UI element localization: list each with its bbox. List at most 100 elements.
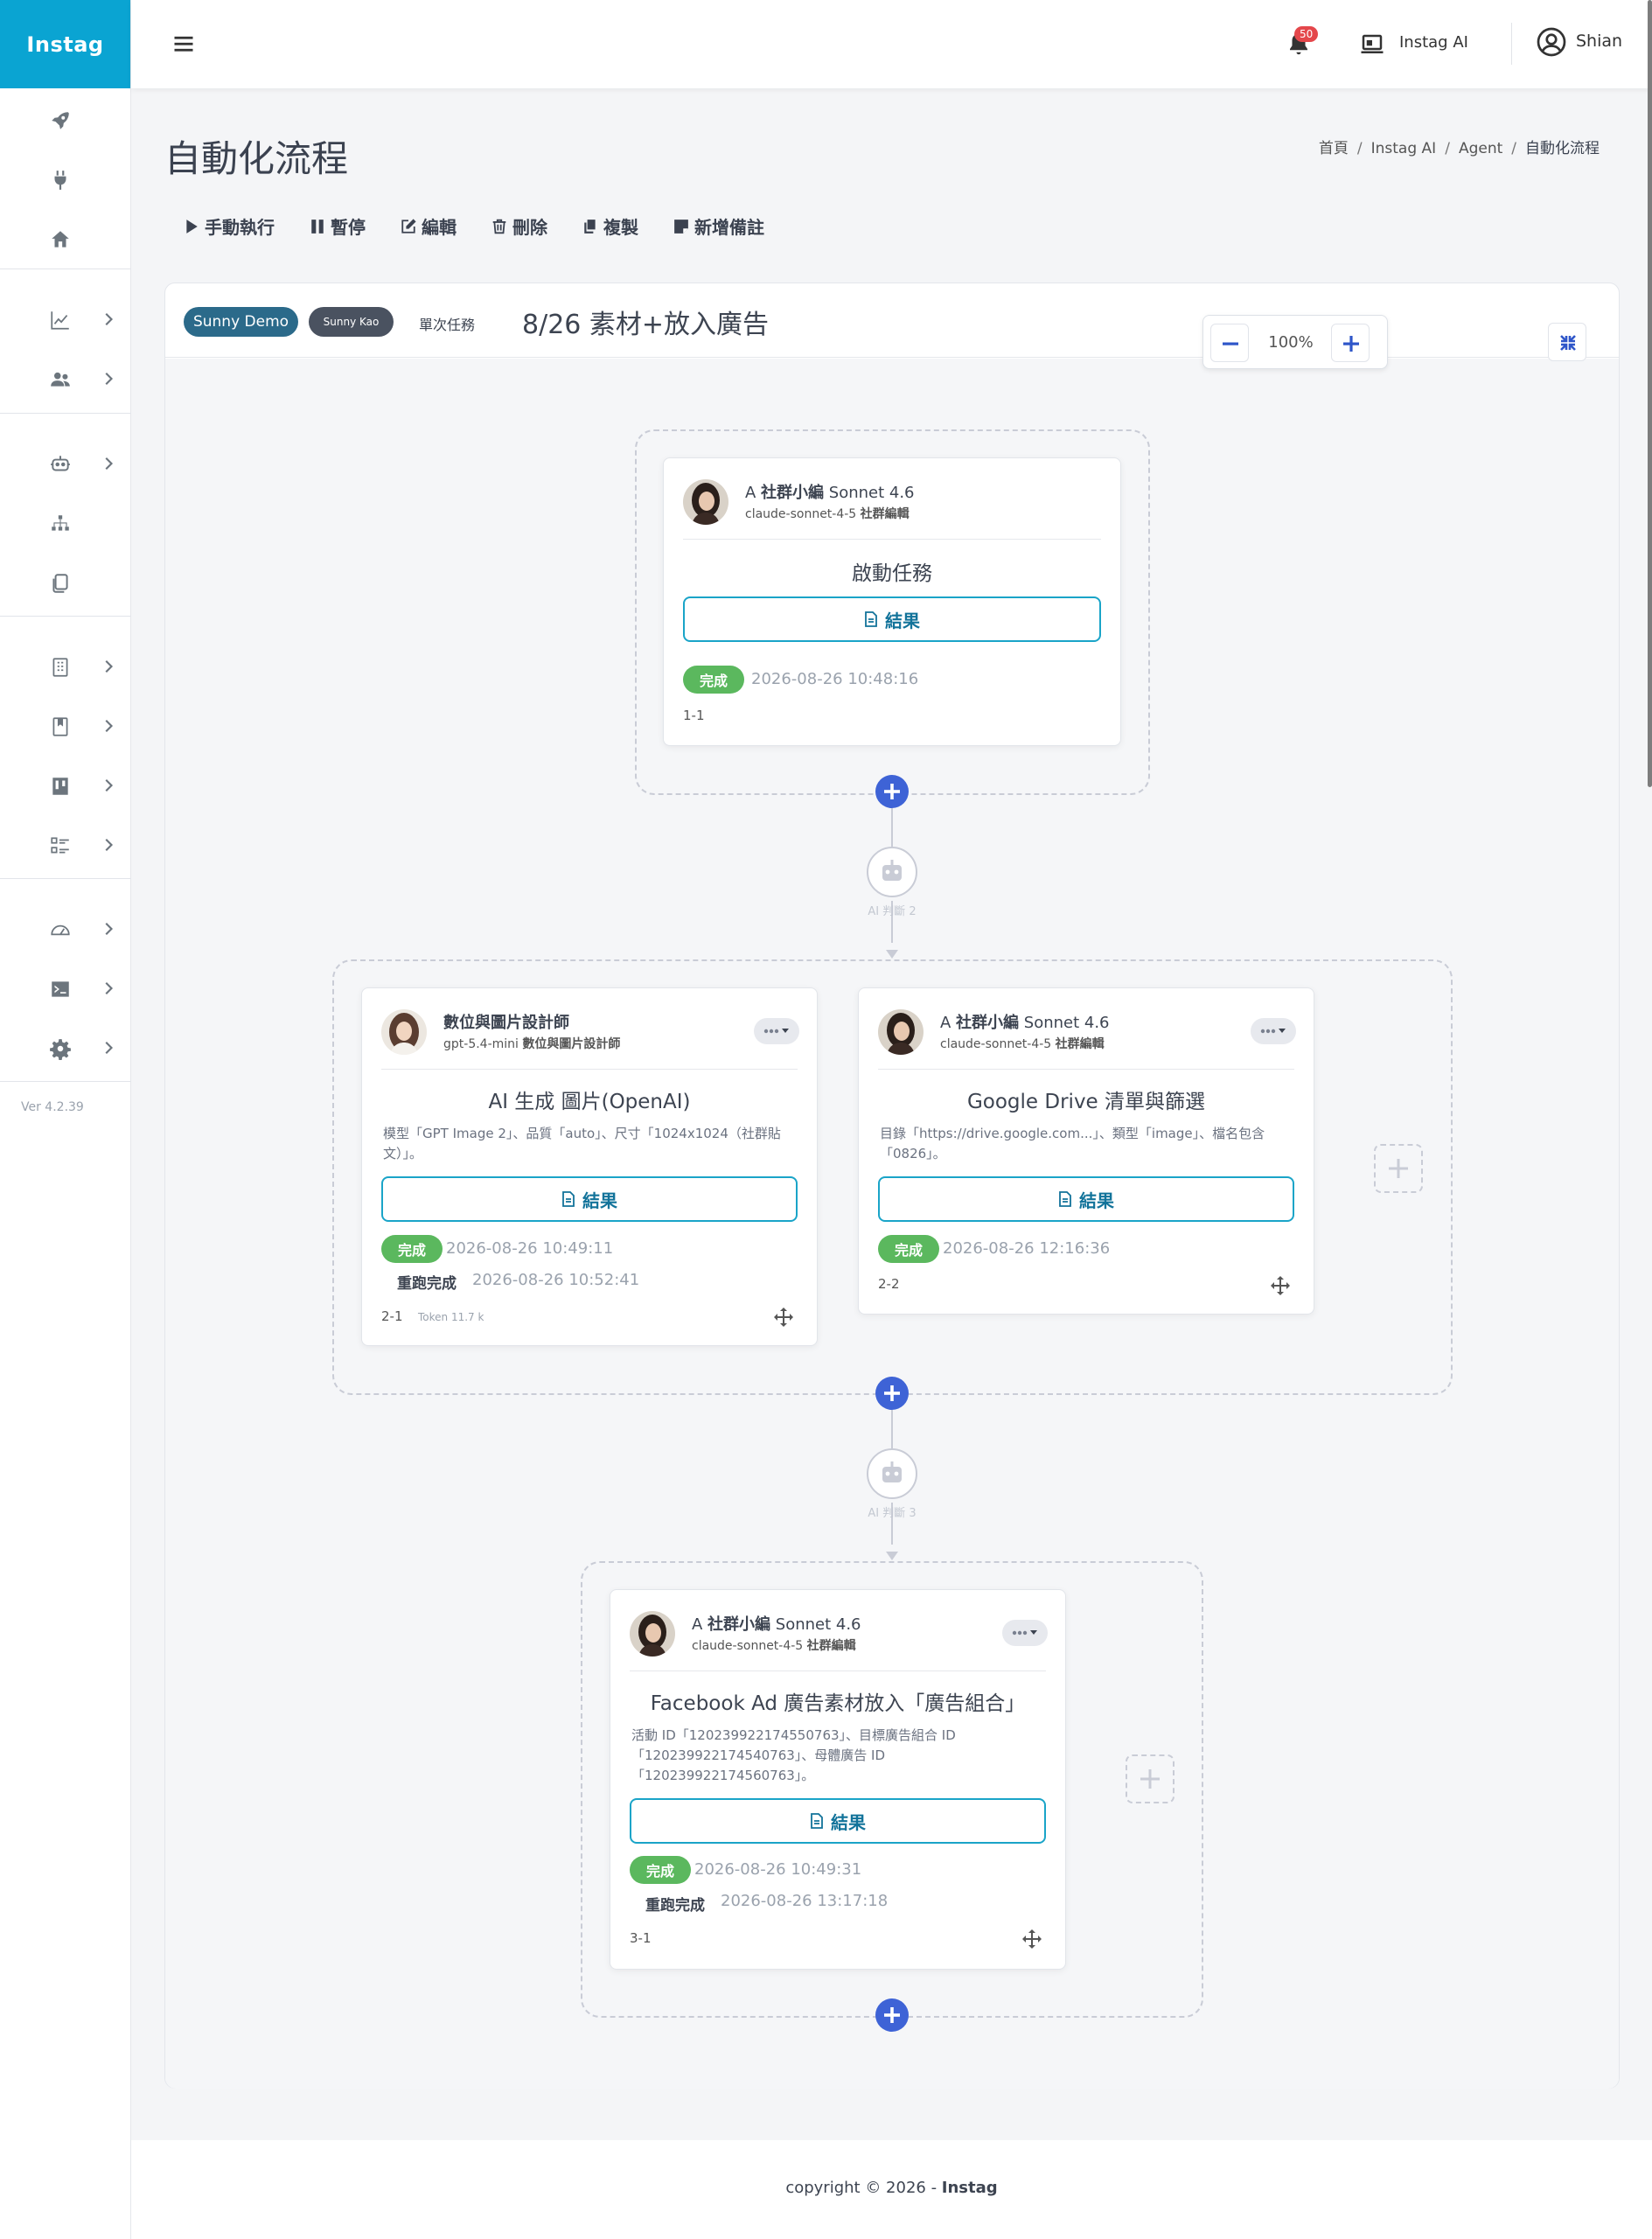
sidebar-item-building[interactable] <box>0 645 131 688</box>
plus-icon <box>1343 336 1359 352</box>
node-card-3-1[interactable]: A 社群小編 Sonnet 4.6 claude-sonnet-4-5 社群編輯… <box>610 1589 1066 1970</box>
user-badge: Sunny Kao <box>309 307 394 337</box>
add-parallel-step-button[interactable] <box>1374 1144 1423 1193</box>
sidebar-item-users[interactable] <box>0 357 131 401</box>
edit-button[interactable]: 編輯 <box>401 213 457 239</box>
file-icon <box>865 611 877 627</box>
task-description: 目錄「https://drive.google.com...」、類型「image… <box>880 1126 1265 1161</box>
sidebar-item-console[interactable] <box>0 966 131 1010</box>
result-button[interactable]: 結果 <box>683 596 1101 642</box>
sidebar-item-plugins[interactable] <box>0 157 131 201</box>
action-toolbar: 手動執行 暫停 編輯 刪除 複製 新增備註 <box>184 213 764 239</box>
zoom-in-button[interactable] <box>1331 324 1370 362</box>
task-name: AI 生成 圖片(OpenAI) <box>488 1091 691 1113</box>
node-card-2-1[interactable]: 數位與圖片設計師 gpt-5.4-mini 數位與圖片設計師 AI 生成 圖片(… <box>361 987 818 1346</box>
duplicate-button[interactable]: 複製 <box>582 213 638 239</box>
move-icon[interactable] <box>773 1307 794 1328</box>
node-id: 2-2 <box>878 1276 900 1292</box>
node-card-2-2[interactable]: A 社群小編 Sonnet 4.6 claude-sonnet-4-5 社群編輯… <box>858 987 1314 1315</box>
done-time: 2026-08-26 12:16:36 <box>943 1239 1111 1258</box>
gear-icon <box>50 1039 71 1060</box>
more-options-button[interactable] <box>1251 1018 1296 1044</box>
fit-view-button[interactable] <box>1548 323 1586 361</box>
done-time: 2026-08-26 10:48:16 <box>751 670 919 688</box>
plus-icon <box>1389 1159 1408 1178</box>
agent-name: A 社群小編 Sonnet 4.6 <box>692 1615 861 1634</box>
plug-icon <box>54 171 66 190</box>
pause-button[interactable]: 暫停 <box>310 213 366 239</box>
zoom-fit-button[interactable] <box>1372 324 1381 362</box>
result-button[interactable]: 結果 <box>630 1798 1046 1844</box>
token-usage: Token 11.7 k <box>418 1311 484 1323</box>
breadcrumb-instag-ai[interactable]: Instag AI <box>1371 140 1437 157</box>
node-card-1-1[interactable]: A 社群小編 Sonnet 4.6 claude-sonnet-4-5 社群編輯… <box>663 457 1121 746</box>
task-description: 模型「GPT Image 2」、品質「auto」、尺寸「1024x1024（社群… <box>383 1126 781 1161</box>
rerun-time: 2026-08-26 10:52:41 <box>472 1271 640 1289</box>
add-step-button[interactable] <box>875 1998 910 2033</box>
sidebar-item-agents[interactable] <box>0 442 131 485</box>
breadcrumb-agent[interactable]: Agent <box>1459 140 1502 157</box>
kanban-icon <box>52 778 68 795</box>
rerun-label: 重跑完成 <box>645 1897 705 1915</box>
sidebar-item-home[interactable] <box>0 217 131 261</box>
zoom-out-button[interactable] <box>1210 324 1249 362</box>
sidebar-item-copy[interactable] <box>0 561 131 604</box>
more-dots-icon <box>1012 1630 1037 1636</box>
sidebar-item-launch[interactable] <box>0 98 131 142</box>
more-options-button[interactable] <box>754 1018 799 1044</box>
chevron-right-icon <box>105 982 113 994</box>
move-icon[interactable] <box>1021 1929 1042 1950</box>
ai-judge-robot-icon[interactable] <box>866 846 918 898</box>
result-button[interactable]: 結果 <box>381 1176 798 1222</box>
node-id: 3-1 <box>630 1930 652 1946</box>
chevron-right-icon <box>105 457 113 470</box>
sidebar-item-dashboard[interactable] <box>0 907 131 951</box>
breadcrumb-home[interactable]: 首頁 <box>1319 140 1349 157</box>
footer: copyright © 2026 - Instag <box>131 2140 1652 2239</box>
scrollbar[interactable] <box>1648 0 1652 787</box>
move-icon[interactable] <box>1270 1275 1291 1296</box>
book-icon <box>52 717 68 736</box>
plus-icon <box>1140 1769 1160 1789</box>
chevron-right-icon <box>105 313 113 325</box>
chevron-right-icon <box>105 373 113 385</box>
zoom-control: 100% <box>1202 315 1388 369</box>
instag-ai-link[interactable]: Instag AI <box>1399 33 1468 52</box>
chevron-right-icon <box>105 660 113 673</box>
pause-icon <box>311 219 324 234</box>
status-badge: 完成 <box>381 1235 443 1263</box>
sidebar-item-book[interactable] <box>0 704 131 748</box>
minus-icon <box>1223 342 1238 345</box>
sidebar-item-analytics[interactable] <box>0 297 131 341</box>
laptop-icon[interactable] <box>1359 31 1385 58</box>
topbar-divider <box>1511 23 1512 65</box>
chevron-right-icon <box>105 923 113 935</box>
user-name[interactable]: Shian <box>1576 31 1622 51</box>
sidebar-item-checklist[interactable] <box>0 823 131 867</box>
users-icon <box>51 372 70 387</box>
add-step-button[interactable] <box>875 1376 910 1411</box>
sidebar-item-settings[interactable] <box>0 1026 131 1070</box>
add-note-button[interactable]: 新增備註 <box>673 213 764 239</box>
ai-judge-label: AI 判斷 2 <box>868 905 917 918</box>
delete-button[interactable]: 刪除 <box>491 213 547 239</box>
status-badge: 完成 <box>683 666 744 694</box>
done-time: 2026-08-26 10:49:31 <box>694 1860 862 1879</box>
more-dots-icon <box>1260 1029 1286 1034</box>
sidebar-item-workflow[interactable] <box>0 501 131 545</box>
checklist-icon <box>51 837 69 854</box>
ai-judge-robot-icon[interactable] <box>866 1447 918 1500</box>
brand-logo[interactable]: Instag <box>0 0 130 88</box>
add-parallel-step-button[interactable] <box>1126 1754 1175 1803</box>
sidebar-item-board[interactable] <box>0 764 131 807</box>
user-avatar-icon[interactable] <box>1536 26 1567 58</box>
add-step-button[interactable] <box>875 774 910 809</box>
terminal-icon <box>52 981 69 997</box>
result-button[interactable]: 結果 <box>878 1176 1294 1222</box>
chart-line-icon <box>51 311 69 330</box>
more-options-button[interactable] <box>1002 1620 1048 1646</box>
run-manually-button[interactable]: 手動執行 <box>184 213 275 239</box>
status-badge: 完成 <box>630 1856 691 1884</box>
hamburger-icon[interactable] <box>171 31 196 56</box>
home-icon <box>52 231 69 248</box>
